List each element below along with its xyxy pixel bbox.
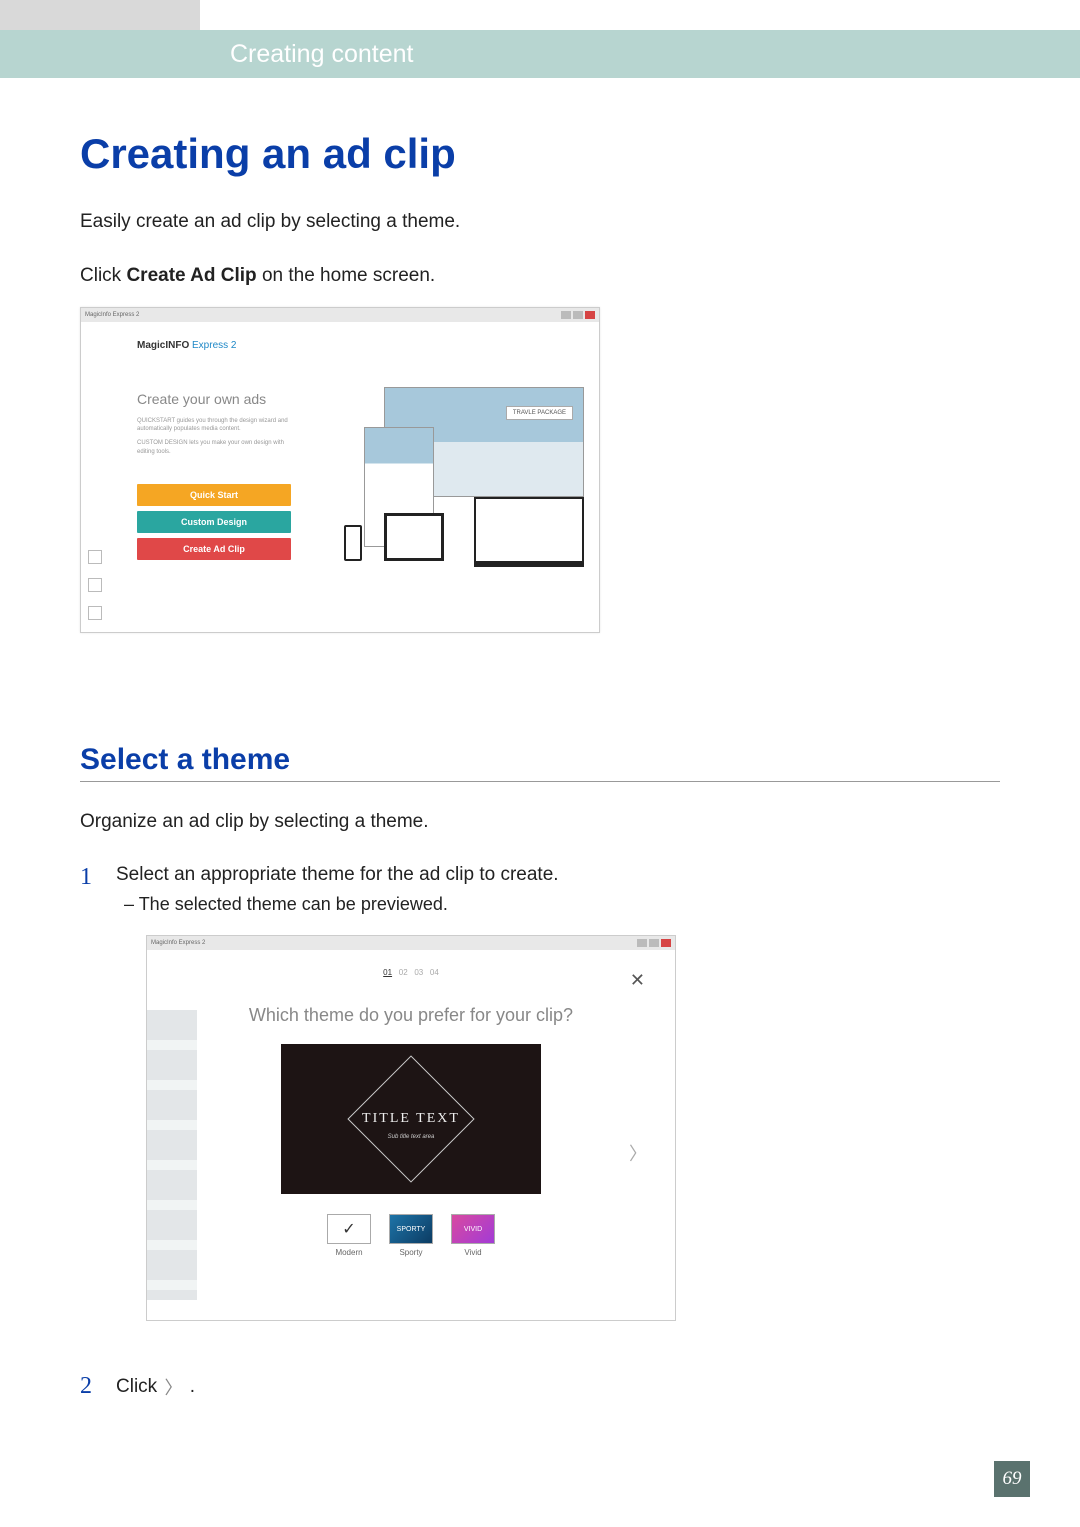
step-number-2: 2: [80, 1373, 100, 1400]
check-icon: ✓: [327, 1214, 371, 1244]
step-1-sub: The selected theme can be previewed.: [124, 894, 1000, 915]
app-body: MagicINFO Express 2 Create your own ads …: [81, 322, 599, 632]
minimize-icon[interactable]: [637, 939, 647, 947]
app-desc-1: QUICKSTART guides you through the design…: [137, 417, 291, 434]
page-title: Creating an ad clip: [80, 130, 1000, 178]
settings-icon[interactable]: [88, 606, 102, 620]
maximize-icon[interactable]: [573, 311, 583, 319]
theme-thumb-modern[interactable]: ✓ Modern: [327, 1214, 371, 1257]
thumb-box-vivid: VIVID: [451, 1214, 495, 1244]
theme-thumb-sporty[interactable]: SPORTY Sporty: [389, 1214, 433, 1257]
step-2: 2 Click 〉 .: [80, 1373, 1000, 1400]
window-title: MagicInfo Express 2: [85, 312, 139, 318]
device-tablet: [384, 513, 444, 561]
theme-wizard-body: 01 02 03 04 ✕ Which theme do you prefer …: [147, 950, 675, 1320]
app-preview-panel: TRAVLE PACKAGE: [309, 322, 599, 632]
thumb-label-sporty: Sporty: [389, 1248, 433, 1257]
section2-intro: Organize an ad clip by selecting a theme…: [80, 808, 1000, 837]
window-controls-2: [637, 939, 671, 947]
window-title-2: MagicInfo Express 2: [151, 940, 205, 946]
thumb-label-modern: Modern: [327, 1248, 371, 1257]
instruction-bold: Create Ad Clip: [126, 265, 256, 286]
import-icon[interactable]: [88, 578, 102, 592]
instruction-pre: Click: [80, 265, 126, 286]
close-icon[interactable]: [585, 311, 595, 319]
intro-text: Easily create an ad clip by selecting a …: [80, 208, 1000, 237]
app-buttons: Quick Start Custom Design Create Ad Clip: [137, 484, 291, 560]
page-number-badge: 69: [994, 1461, 1030, 1497]
app-logo: MagicINFO Express 2: [137, 340, 291, 351]
window-titlebar-2: MagicInfo Express 2: [147, 936, 675, 950]
wizard-step-04[interactable]: 04: [430, 968, 439, 977]
step-2-pre: Click: [116, 1376, 162, 1397]
minimize-icon[interactable]: [561, 311, 571, 319]
wizard-step-01[interactable]: 01: [383, 968, 392, 977]
app-desc-2: CUSTOM DESIGN lets you make your own des…: [137, 439, 291, 456]
thumb-box-sporty: SPORTY: [389, 1214, 433, 1244]
logo-part-b: INFO: [165, 340, 189, 351]
custom-design-button[interactable]: Custom Design: [137, 511, 291, 533]
section-title-select-theme: Select a theme: [80, 743, 1000, 782]
wizard-close-icon[interactable]: ✕: [630, 970, 645, 991]
tutorial-icon[interactable]: [88, 550, 102, 564]
close-icon[interactable]: [661, 939, 671, 947]
step-1-text: Select an appropriate theme for the ad c…: [116, 864, 559, 885]
preview-sub-text: Sub title text area: [388, 1134, 435, 1140]
breadcrumb: Creating content: [230, 40, 413, 69]
page-content: Creating an ad clip Easily create an ad …: [80, 130, 1000, 1400]
create-ad-clip-button[interactable]: Create Ad Clip: [137, 538, 291, 560]
wizard-step-03[interactable]: 03: [414, 968, 423, 977]
next-theme-arrow-icon[interactable]: 〉: [629, 1140, 647, 1166]
screenshot-theme-select: MagicInfo Express 2 01 02 03 04: [146, 935, 676, 1321]
theme-thumbnails: ✓ Modern SPORTY Sporty VIVID Vivid: [147, 1214, 675, 1257]
device-laptop: [474, 497, 584, 567]
wizard-step-02[interactable]: 02: [399, 968, 408, 977]
logo-part-c: Express 2: [189, 340, 236, 351]
screenshot-home: MagicInfo Express 2 MagicINFO Express 2 …: [80, 307, 600, 633]
app-left-panel: MagicINFO Express 2 Create your own ads …: [109, 322, 309, 632]
app-sidebar: [81, 322, 109, 632]
device-mockups: TRAVLE PACKAGE: [324, 387, 584, 567]
window-controls: [561, 311, 595, 319]
step-1: 1 Select an appropriate theme for the ad…: [80, 864, 1000, 1321]
wizard-question: Which theme do you prefer for your clip?: [147, 1005, 675, 1026]
device-label: TRAVLE PACKAGE: [506, 406, 573, 420]
chevron-right-icon: 〉: [164, 1374, 182, 1400]
step-1-body: Select an appropriate theme for the ad c…: [116, 864, 1000, 1321]
logo-part-a: Magic: [137, 340, 165, 351]
wizard-steps: 01 02 03 04: [147, 968, 675, 977]
step-2-post: .: [190, 1376, 195, 1397]
background-blur: [147, 1010, 197, 1300]
theme-preview: TITLE TEXT Sub title text area: [281, 1044, 541, 1194]
device-phone: [344, 525, 362, 561]
header-bar: Creating content: [0, 30, 1080, 78]
window-titlebar: MagicInfo Express 2: [81, 308, 599, 322]
instruction-post: on the home screen.: [257, 265, 436, 286]
thumb-label-vivid: Vivid: [451, 1248, 495, 1257]
step-2-body: Click 〉 .: [116, 1374, 195, 1400]
app-headline: Create your own ads: [137, 391, 291, 407]
step-number-1: 1: [80, 864, 100, 1321]
instruction-text: Click Create Ad Clip on the home screen.: [80, 265, 1000, 287]
maximize-icon[interactable]: [649, 939, 659, 947]
preview-title-text: TITLE TEXT: [362, 1111, 460, 1127]
quick-start-button[interactable]: Quick Start: [137, 484, 291, 506]
theme-thumb-vivid[interactable]: VIVID Vivid: [451, 1214, 495, 1257]
